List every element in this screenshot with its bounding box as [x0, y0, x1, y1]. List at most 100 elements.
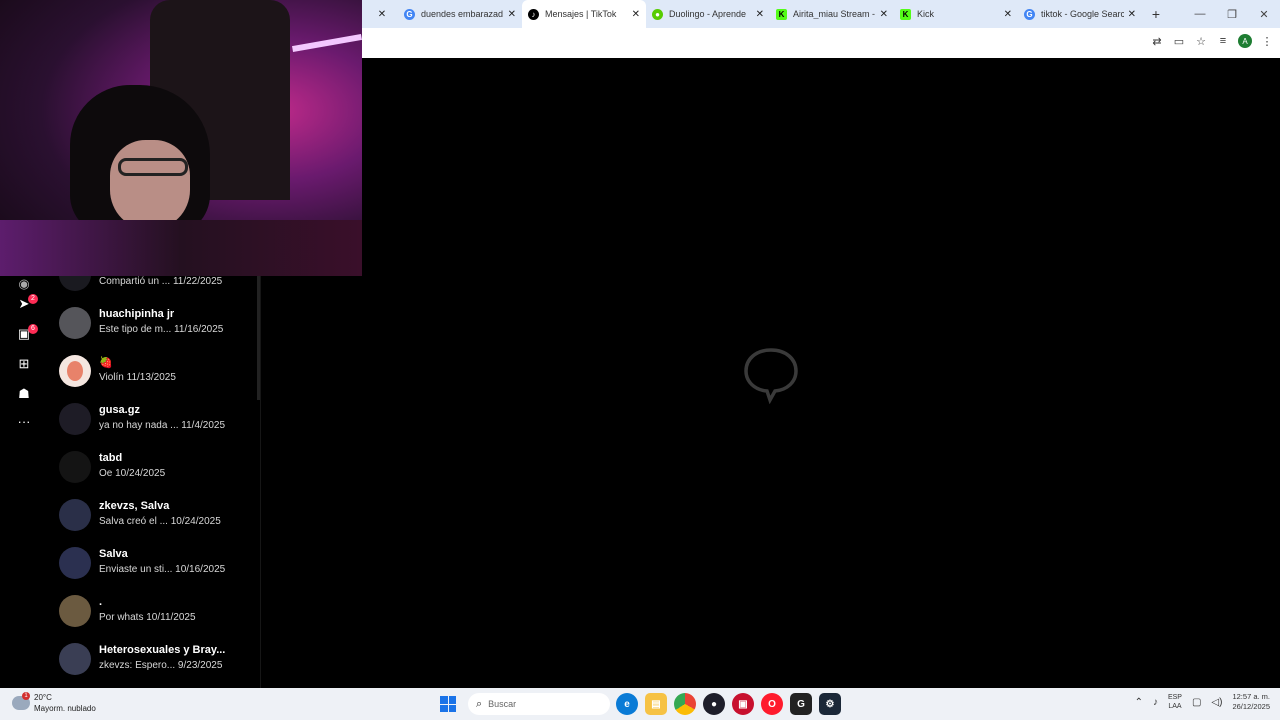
reading-list-icon[interactable]: ≡	[1216, 34, 1230, 48]
panel-divider	[260, 276, 261, 688]
webcam-overlay	[0, 0, 362, 276]
browser-tab-strip: ✕ G duendes embarazad ✕ ♪ Mensajes | Tik…	[362, 0, 1280, 28]
language-indicator[interactable]: ESP LAA	[1168, 693, 1182, 711]
conversation-item[interactable]: zkevzs, Salva Salva creó el ... 10/24/20…	[48, 492, 260, 540]
translate-icon[interactable]: ⇄	[1150, 34, 1164, 48]
tab-duolingo[interactable]: ● Duolingo - Aprende ✕	[646, 0, 770, 28]
conversation-preview: Compartió un ... 11/22/2025	[99, 276, 223, 287]
more-icon[interactable]: ···	[16, 414, 32, 430]
clock-time: 12:57 a. m.	[1232, 692, 1270, 701]
conversation-list: Compartió un ... 11/22/2025 huachipinha …	[48, 276, 260, 688]
profile-icon[interactable]: ◉	[16, 276, 32, 292]
conversation-item[interactable]: Compartió un ... 11/22/2025	[48, 276, 260, 300]
windows-taskbar: 20°C Mayorm. nublado ⌕ Buscar e ▤ ● ▣ O …	[0, 688, 1280, 720]
maximize-icon[interactable]: ❐	[1216, 8, 1248, 21]
cloud-icon	[12, 692, 30, 710]
bookmark-star-icon[interactable]: ☆	[1194, 34, 1208, 48]
window-controls: — ❐ ✕	[1184, 0, 1280, 28]
close-window-icon[interactable]: ✕	[1248, 8, 1280, 21]
close-icon[interactable]: ✕	[1004, 9, 1012, 20]
chat-bubble-icon	[744, 348, 798, 404]
file-explorer-icon[interactable]: ▤	[645, 693, 667, 715]
conversation-item[interactable]: tabd Oe 10/24/2025	[48, 444, 260, 492]
conversation-item[interactable]: huachipinha jr Este tipo de m... 11/16/2…	[48, 300, 260, 348]
search-placeholder: Buscar	[488, 699, 517, 709]
tab-close-partial[interactable]: ✕	[362, 0, 398, 28]
conversation-preview: Enviaste un sti... 10/16/2025	[99, 564, 226, 575]
close-icon[interactable]: ✕	[756, 9, 764, 20]
avatar	[59, 355, 91, 387]
avatar	[59, 403, 91, 435]
search-icon: ⌕	[476, 697, 483, 710]
obs-icon[interactable]: ●	[703, 693, 725, 715]
tab-label: Duolingo - Aprende	[669, 9, 747, 19]
conversation-preview: Violín 11/13/2025	[99, 372, 176, 383]
profile-avatar[interactable]: A	[1238, 34, 1252, 48]
conversation-preview: ya no hay nada ... 11/4/2025	[99, 420, 226, 431]
conversation-item[interactable]: . Por whats 10/11/2025	[48, 588, 260, 636]
avatar	[59, 643, 91, 675]
steam-icon[interactable]: ⚙	[819, 693, 841, 715]
tab-tiktok-messages[interactable]: ♪ Mensajes | TikTok ✕	[522, 0, 646, 28]
live-icon[interactable]: ☗	[16, 386, 32, 402]
tab-label: Kick	[917, 9, 935, 19]
avatar	[59, 276, 91, 291]
weather-desc: Mayorm. nublado	[34, 704, 96, 713]
tab-label: Airita_miau Stream -	[793, 9, 876, 19]
microphone-icon[interactable]: ♪	[1153, 697, 1158, 708]
conversation-item[interactable]: gusa.gz ya no hay nada ... 11/4/2025	[48, 396, 260, 444]
tab-google-search-2[interactable]: G tiktok - Google Searc ✕	[1018, 0, 1142, 28]
weather-temp: 20°C	[34, 693, 52, 702]
tab-google-search-1[interactable]: G duendes embarazad ✕	[398, 0, 522, 28]
conversation-preview: Este tipo de m... 11/16/2025	[99, 324, 224, 335]
weather-text: 20°C Mayorm. nublado	[34, 692, 96, 714]
close-icon[interactable]: ✕	[880, 9, 888, 20]
close-icon[interactable]: ✕	[508, 9, 516, 20]
clock[interactable]: 12:57 a. m. 26/12/2025	[1232, 692, 1270, 712]
toolbar-icons: ⇄ ▭ ☆ ≡ A ⋮	[1150, 34, 1274, 48]
conversation-item[interactable]: 🍓 Violín 11/13/2025	[48, 348, 260, 396]
streamer-face	[110, 140, 190, 230]
avatar	[59, 547, 91, 579]
google-icon: G	[1024, 8, 1035, 20]
start-button[interactable]	[440, 696, 456, 712]
pinned-apps: e ▤ ● ▣ O G ⚙	[616, 693, 841, 715]
close-icon[interactable]: ✕	[632, 9, 640, 20]
conversation-item[interactable]: Salva Enviaste un sti... 10/16/2025	[48, 540, 260, 588]
kick-icon: K	[900, 8, 911, 20]
browser-toolbar: ⇄ ▭ ☆ ≡ A ⋮	[362, 28, 1280, 58]
menu-kebab-icon[interactable]: ⋮	[1260, 34, 1274, 48]
conversation-name: huachipinha jr	[99, 308, 175, 320]
upload-icon[interactable]: ⊞	[16, 356, 32, 372]
edge-icon[interactable]: e	[616, 693, 638, 715]
close-icon[interactable]: ✕	[1128, 9, 1136, 20]
weather-widget[interactable]: 20°C Mayorm. nublado	[12, 692, 96, 714]
media-app-icon[interactable]: ▣	[732, 693, 754, 715]
activity-badge: 2	[28, 294, 38, 304]
conversation-name: Heterosexuales y Bray...	[99, 644, 226, 656]
conversation-preview: Por whats 10/11/2025	[99, 612, 196, 623]
conversation-preview: Salva creó el ... 10/24/2025	[99, 516, 221, 527]
opera-icon[interactable]: O	[761, 693, 783, 715]
conversation-name: gusa.gz	[99, 404, 140, 416]
conversation-name: .	[99, 596, 103, 608]
volume-icon[interactable]: ◁)	[1211, 697, 1222, 708]
close-icon[interactable]: ✕	[378, 9, 386, 20]
tab-kick[interactable]: K Kick ✕	[894, 0, 1018, 28]
chevron-up-icon[interactable]: ⌃	[1135, 697, 1143, 708]
messages-badge: 6	[28, 324, 38, 334]
tab-label: duendes embarazad	[421, 9, 504, 19]
tab-kick-stream[interactable]: K Airita_miau Stream - ✕	[770, 0, 894, 28]
network-icon[interactable]: ▢	[1192, 697, 1201, 708]
new-tab-button[interactable]: +	[1142, 6, 1170, 22]
chrome-icon[interactable]	[674, 693, 696, 715]
conversation-name: zkevzs, Salva	[99, 500, 170, 512]
avatar	[59, 499, 91, 531]
taskbar-search[interactable]: ⌕ Buscar	[468, 693, 610, 715]
conversation-item[interactable]: Heterosexuales y Bray... zkevzs: Espero.…	[48, 636, 260, 684]
capcut-icon[interactable]: G	[790, 693, 812, 715]
conversation-preview: Oe 10/24/2025	[99, 468, 166, 479]
minimize-icon[interactable]: —	[1184, 8, 1216, 20]
screen: ✕ G duendes embarazad ✕ ♪ Mensajes | Tik…	[0, 0, 1280, 720]
cast-icon[interactable]: ▭	[1172, 34, 1186, 48]
